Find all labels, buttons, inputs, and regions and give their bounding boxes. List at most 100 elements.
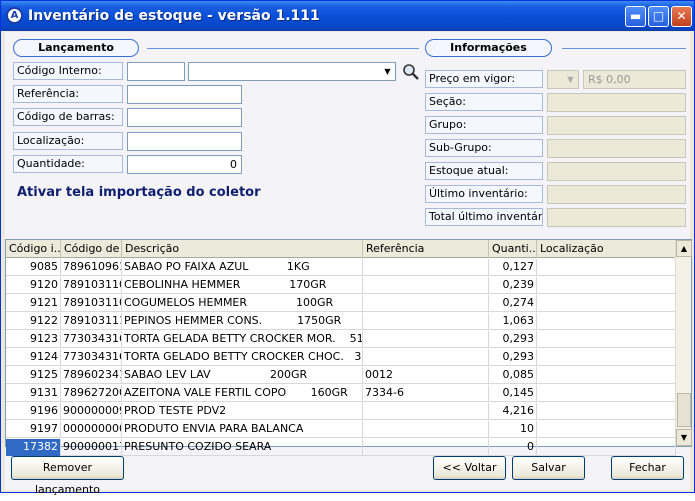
- cell-descricao: COGUMELOS HEMMER 100GR: [122, 295, 363, 312]
- remover-lancamento-button[interactable]: Remover lançamento: [11, 456, 124, 496]
- localizacao-label: Localização:: [13, 132, 123, 150]
- maximize-button[interactable]: □: [648, 6, 669, 27]
- estoque-field: [547, 162, 686, 181]
- form-area: Lançamento Código Interno: ▼ Referência:…: [5, 32, 692, 496]
- codigo-barras-input[interactable]: [127, 108, 242, 127]
- cell-referencia: [363, 349, 489, 366]
- column-header-localizacao[interactable]: Localização: [537, 240, 676, 258]
- table-row[interactable]: 91247730343161TORTA GELADO BETTY CROCKER…: [6, 349, 676, 366]
- search-icon[interactable]: [402, 63, 420, 81]
- referencia-input[interactable]: [127, 85, 242, 104]
- informacoes-header: Informações: [425, 39, 552, 57]
- cell-localizacao: [537, 295, 676, 312]
- cell-codigo-interno: 9122: [6, 313, 61, 330]
- cell-codigo-barras: 7896023410: [61, 367, 122, 384]
- table-row[interactable]: 91207891031102CEBOLINHA HEMMER 170GR 0,23…: [6, 277, 676, 294]
- cell-quantidade: 4,216: [489, 403, 537, 420]
- localizacao-input[interactable]: [127, 132, 242, 151]
- inventory-grid[interactable]: Código i... Código de ... Descrição Refe…: [5, 239, 692, 456]
- table-row[interactable]: 91970000000000PRODUTO ENVIA PARA BALANCA…: [6, 421, 676, 438]
- cell-codigo-interno: 9120: [6, 277, 61, 294]
- scroll-down-button[interactable]: ▼: [676, 429, 692, 446]
- table-row[interactable]: 91237730343163TORTA GELADA BETTY CROCKER…: [6, 331, 676, 348]
- salvar-button[interactable]: Salvar: [512, 456, 585, 480]
- cell-quantidade: 0,127: [489, 259, 537, 276]
- table-row[interactable]: 91227891031112PEPINOS HEMMER CONS. 1750G…: [6, 313, 676, 330]
- column-header-descricao[interactable]: Descrição: [122, 240, 363, 258]
- cell-codigo-interno: 9196: [6, 403, 61, 420]
- fechar-button[interactable]: Fechar: [611, 456, 684, 480]
- cell-codigo-interno: 9121: [6, 295, 61, 312]
- cell-localizacao: [537, 385, 676, 402]
- quantidade-input[interactable]: 0: [127, 155, 242, 174]
- lancamento-divider: [147, 48, 419, 49]
- cell-referencia: 7334-6: [363, 385, 489, 402]
- cell-descricao: PRESUNTO COZIDO SEARA: [122, 439, 363, 456]
- table-row[interactable]: 91257896023410SABAO LEV LAV 200GR00120,0…: [6, 367, 676, 384]
- table-row[interactable]: 91969000000091PROD TESTE PDV2 4,216: [6, 403, 676, 420]
- cell-descricao: SABAO PO FAIXA AZUL 1KG: [122, 259, 363, 276]
- cell-descricao: CEBOLINHA HEMMER 170GR: [122, 277, 363, 294]
- preco-label: Preço em vigor:: [425, 70, 543, 88]
- arrow-down-icon: ▼: [680, 433, 688, 442]
- grupo-label: Grupo:: [425, 116, 543, 134]
- cell-referencia: [363, 331, 489, 348]
- secao-field: [547, 93, 686, 112]
- cell-quantidade: 0,085: [489, 367, 537, 384]
- codigo-interno-input[interactable]: [127, 62, 185, 81]
- cell-localizacao: [537, 439, 676, 456]
- cell-referencia: [363, 403, 489, 420]
- cell-codigo-barras: 7730343161: [61, 349, 122, 366]
- preco-input[interactable]: R$ 0,00: [583, 70, 686, 89]
- cell-referencia: [363, 259, 489, 276]
- inventory-window: A Inventário de estoque - versão 1.111 ▬…: [0, 0, 695, 496]
- cell-codigo-interno: 17382: [6, 439, 61, 456]
- close-button[interactable]: ✕: [671, 6, 692, 27]
- cell-quantidade: 10: [489, 421, 537, 438]
- cell-descricao: TORTA GELADA BETTY CROCKER MOR. 515: [122, 331, 363, 348]
- close-icon: ✕: [676, 9, 687, 23]
- chevron-down-icon[interactable]: ▼: [380, 63, 395, 80]
- informacoes-divider: [562, 48, 686, 49]
- secao-label: Seção:: [425, 93, 543, 111]
- title-bar[interactable]: A Inventário de estoque - versão 1.111 ▬…: [1, 1, 694, 31]
- table-row[interactable]: 91317896272000AZEITONA VALE FERTIL COPO …: [6, 385, 676, 402]
- cell-descricao: PROD TESTE PDV2: [122, 403, 363, 420]
- table-row[interactable]: 173829000000173PRESUNTO COZIDO SEARA 0: [6, 439, 676, 456]
- table-row[interactable]: 90857896109610SABAO PO FAIXA AZUL 1KG 0,1…: [6, 259, 676, 276]
- cell-quantidade: 0: [489, 439, 537, 456]
- column-header-codigo-barras[interactable]: Código de ...: [61, 240, 122, 258]
- column-header-referencia[interactable]: Referência: [363, 240, 489, 258]
- cell-localizacao: [537, 367, 676, 384]
- cell-codigo-barras: 7896272000: [61, 385, 122, 402]
- cell-descricao: TORTA GELADO BETTY CROCKER CHOC. 355: [122, 349, 363, 366]
- voltar-button[interactable]: << Voltar: [433, 456, 506, 480]
- cell-quantidade: 0,293: [489, 331, 537, 348]
- referencia-label: Referência:: [13, 85, 123, 103]
- cell-referencia: 0012: [363, 367, 489, 384]
- column-header-codigo-interno[interactable]: Código i...: [6, 240, 61, 258]
- cell-codigo-interno: 9124: [6, 349, 61, 366]
- vertical-scrollbar[interactable]: ▲ ▼: [675, 240, 692, 446]
- subgrupo-field: [547, 139, 686, 158]
- minimize-button[interactable]: ▬: [625, 6, 646, 27]
- table-row[interactable]: 91217891031105COGUMELOS HEMMER 100GR 0,27…: [6, 295, 676, 312]
- scroll-thumb[interactable]: [677, 393, 691, 427]
- estoque-label: Estoque atual:: [425, 162, 543, 180]
- cell-quantidade: 1,063: [489, 313, 537, 330]
- cell-localizacao: [537, 331, 676, 348]
- arrow-up-icon: ▲: [680, 244, 688, 253]
- quantidade-label: Quantidade:: [13, 155, 123, 173]
- column-header-quantidade[interactable]: Quanti...: [489, 240, 537, 258]
- cell-descricao: SABAO LEV LAV 200GR: [122, 367, 363, 384]
- cell-codigo-barras: 9000000173: [61, 439, 122, 456]
- cell-quantidade: 0,239: [489, 277, 537, 294]
- produto-combo[interactable]: ▼: [188, 62, 396, 81]
- import-collector-link[interactable]: Ativar tela importação do coletor: [17, 185, 261, 200]
- cell-codigo-barras: 7896109610: [61, 259, 122, 276]
- scroll-up-button[interactable]: ▲: [676, 240, 692, 257]
- app-logo-icon: A: [6, 7, 23, 24]
- window-title: Inventário de estoque - versão 1.111: [28, 8, 320, 24]
- preco-currency-combo[interactable]: ▼: [547, 70, 579, 89]
- lancamento-header: Lançamento: [13, 39, 139, 57]
